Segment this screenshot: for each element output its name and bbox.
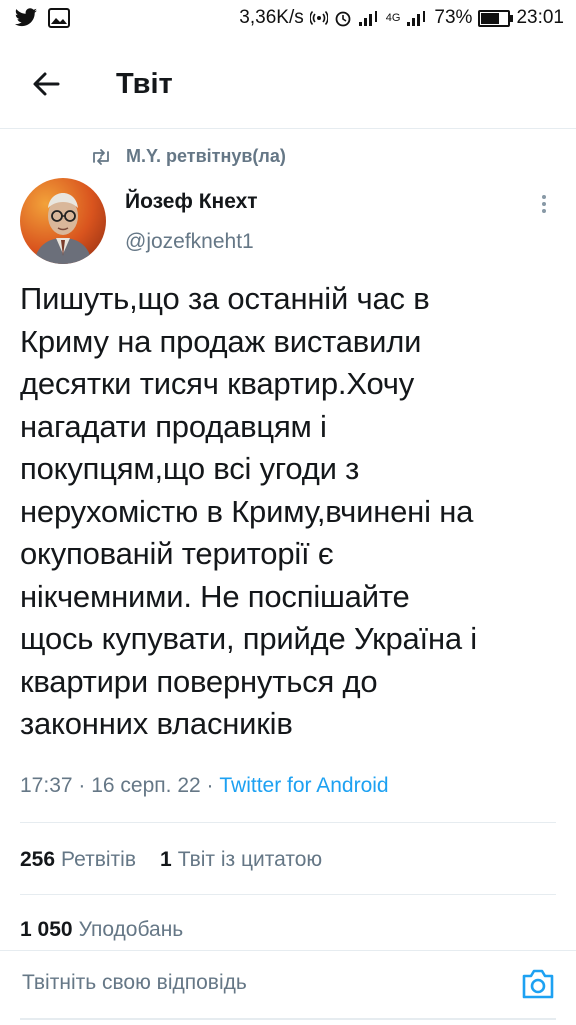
tweet-line: нікчемними. Не поспішайте <box>20 578 410 614</box>
retweet-icon <box>93 148 109 165</box>
tweet-line: окупованій території є <box>20 536 334 571</box>
alarm-icon <box>335 11 351 27</box>
hotspot-icon <box>309 10 328 26</box>
reply-input[interactable]: Твітніть свою відповідь <box>22 971 247 995</box>
tweet-line: Криму на продаж виставили <box>20 323 422 359</box>
divider <box>20 894 556 895</box>
likes-count: 1 050 <box>20 918 73 941</box>
tweet-line: нагадати продавцям і <box>20 408 327 444</box>
reply-composer: Твітніть свою відповідь <box>0 950 576 1025</box>
vertical-dots-icon <box>536 195 552 213</box>
clock: 23:01 <box>516 7 564 28</box>
retweet-label: M.Y. ретвітнув(ла) <box>126 146 286 166</box>
tweet-line: нерухомістю в Криму,вчинені на <box>20 493 474 529</box>
twitter-bird-icon <box>15 8 37 27</box>
tweet-date: 16 серп. 22 <box>91 774 201 797</box>
back-button[interactable] <box>26 64 66 104</box>
likes-stats: 1 050 Уподобань <box>20 918 183 942</box>
gallery-icon <box>48 8 70 28</box>
status-right: 3,36K/s 4G 73% 23:01 <box>239 7 564 29</box>
camera-icon <box>522 969 554 999</box>
tweet-line: Пишуть,що за останній час в <box>20 281 430 316</box>
signal-icon <box>358 11 377 26</box>
tweet-time: 17:37 <box>20 774 73 797</box>
camera-button[interactable] <box>520 967 556 1001</box>
battery-percent: 73% <box>434 7 473 28</box>
tweet-line: покупцям,що всі угоди з <box>20 451 360 486</box>
top-app-bar: Твіт <box>0 38 576 129</box>
author-name[interactable]: Йозеф Кнехт <box>125 190 258 214</box>
retweets-label: Ретвітів <box>61 848 136 871</box>
network-type: 4G <box>385 12 401 24</box>
quotes-stat[interactable]: 1 Твіт із цитатою <box>160 848 322 872</box>
retweet-context[interactable]: M.Y. ретвітнув(ла) <box>90 146 286 167</box>
retweets-stat[interactable]: 256 Ретвітів <box>20 848 136 872</box>
composer-underline <box>20 1018 556 1020</box>
quotes-label: Твіт із цитатою <box>177 848 323 871</box>
retweets-count: 256 <box>20 848 56 871</box>
tweet-meta: 17:37 · 16 серп. 22 · Twitter for Androi… <box>20 774 389 798</box>
tweet-line: десятки тисяч квартир.Хочу <box>20 366 415 401</box>
quotes-count: 1 <box>160 848 172 871</box>
tweet-source-link[interactable]: Twitter for Android <box>219 774 388 797</box>
retweet-stats: 256 Ретвітів 1 Твіт із цитатою <box>20 848 322 872</box>
tweet-line: квартири повернуться до <box>20 663 378 699</box>
avatar-portrait <box>34 193 92 264</box>
status-bar: 3,36K/s 4G 73% 23:01 <box>0 0 576 38</box>
network-speed: 3,36K/s <box>239 7 304 28</box>
likes-label: Уподобань <box>78 918 184 941</box>
avatar[interactable] <box>20 178 106 264</box>
signal-icon-2 <box>407 11 426 26</box>
tweet-line: законних власників <box>20 706 293 741</box>
divider <box>20 822 556 823</box>
author-handle[interactable]: @jozefkneht1 <box>125 230 254 254</box>
status-left <box>14 8 70 28</box>
likes-stat[interactable]: 1 050 Уподобань <box>20 918 183 942</box>
arrow-left-icon <box>33 72 60 96</box>
meta-separator: · <box>78 774 92 797</box>
tweet-line: щось купувати, прийде Україна і <box>20 621 477 656</box>
battery-icon <box>478 9 514 27</box>
tweet-text: Пишуть,що за останній час в Криму на про… <box>20 278 560 746</box>
meta-separator: · <box>206 774 220 797</box>
more-options-button[interactable] <box>536 192 552 218</box>
page-title: Твіт <box>116 68 173 100</box>
